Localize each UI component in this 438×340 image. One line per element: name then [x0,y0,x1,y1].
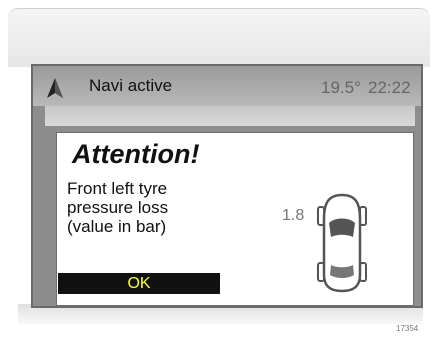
warning-dialog: Attention! Front left tyre pressure loss… [56,132,414,306]
message-line: pressure loss [67,198,169,217]
navi-status-label: Navi active [89,76,173,95]
info-display: Navi active 19.5° 22:22 Attention! Front… [31,64,423,308]
message-line: Front left tyre [67,179,168,198]
dialog-message: Front left tyre pressure loss (value in … [67,179,237,236]
car-top-view-icon [317,193,367,293]
dialog-title: Attention! [72,139,200,169]
status-bar: Navi active 19.5° 22:22 [33,66,421,106]
ok-button[interactable]: OK [58,273,220,294]
display-bezel-top [8,8,430,67]
clock-time: 22:22 [368,78,411,97]
tyre-pressure-value: 1.8 [282,207,305,224]
image-reference-number: 17354 [396,324,419,333]
outside-temperature: 19.5° [321,78,361,97]
navigation-arrow-icon [47,78,63,98]
message-line: (value in bar) [67,217,167,236]
menu-strip [45,106,415,126]
